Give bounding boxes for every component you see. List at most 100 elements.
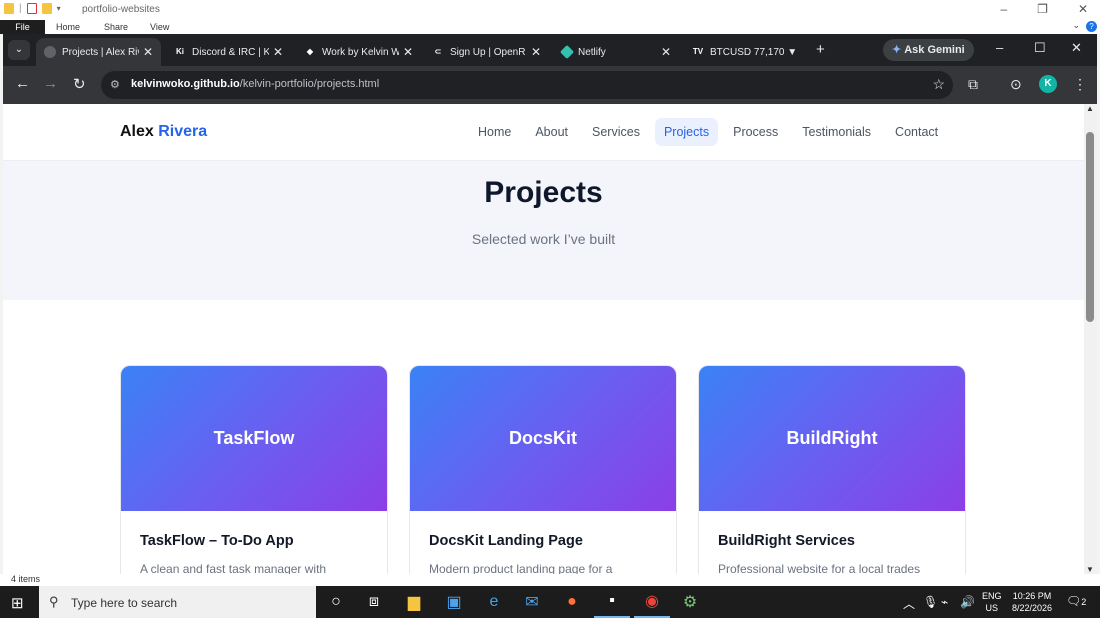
url-text[interactable]: kelvinwoko.github.io/kelvin-portfolio/pr… [131, 78, 379, 90]
tab-title: Work by Kelvin W [322, 46, 399, 58]
tab-title: Projects | Alex Riv [62, 46, 139, 58]
ask-gemini-button[interactable]: ✦ Ask Gemini [883, 39, 974, 61]
close-icon[interactable]: ✕ [1078, 2, 1088, 16]
ribbon-tab-share[interactable]: Share [104, 22, 128, 32]
project-title[interactable]: BuildRight Services [718, 533, 855, 549]
explorer-title-bar: | ▾ portfolio-websites – ❐ ✕ [0, 0, 1100, 20]
task-view-icon[interactable]: ⧈ [356, 586, 392, 618]
ribbon-tab-home[interactable]: Home [56, 22, 80, 32]
scrollbar-thumb[interactable] [1086, 132, 1094, 322]
project-description: Modern product landing page for a [429, 562, 613, 574]
network-icon[interactable]: ⌁ [941, 595, 948, 609]
tab-search-chevron-icon[interactable]: ⌄ [8, 40, 30, 60]
cortana-circle-icon[interactable]: ○ [318, 586, 354, 618]
volume-icon[interactable]: 🔊 [960, 595, 975, 609]
input-language[interactable]: ENG US [982, 590, 1002, 614]
diamond-icon: ◆ [306, 47, 314, 56]
tab-close-icon[interactable]: ✕ [403, 45, 413, 59]
page-hero: Projects Selected work I’ve built [3, 161, 1084, 300]
terminal-app-icon[interactable]: ▪ [594, 586, 630, 618]
tab-title: Discord & IRC | K [192, 46, 269, 58]
file-explorer-icon[interactable]: ▆ [396, 586, 432, 618]
ask-gemini-label: Ask Gemini [904, 44, 965, 56]
netlify-icon [559, 44, 575, 60]
site-info-tune-icon[interactable]: ⚙ [110, 78, 120, 91]
page-viewport: Alex Rivera Home About Services Projects… [3, 104, 1084, 574]
browser-tab-openrouter[interactable]: ⊂ Sign Up | OpenR ✕ [424, 38, 549, 66]
notification-count: 2 [1081, 597, 1087, 607]
browser-tab-discord[interactable]: Ki Discord & IRC | K ✕ [166, 38, 291, 66]
close-icon[interactable]: ✕ [1071, 40, 1082, 56]
extensions-puzzle-icon[interactable]: ⧉ [968, 76, 978, 93]
project-card-taskflow[interactable]: TaskFlow TaskFlow – To-Do App A clean an… [120, 365, 388, 574]
edge-icon[interactable]: e [476, 586, 512, 618]
profile-avatar[interactable]: K [1039, 75, 1057, 93]
page-scrollbar[interactable]: ▲ ▼ [1084, 104, 1097, 574]
mail-icon[interactable]: ✉ [514, 586, 550, 618]
browser-tab-netlify[interactable]: Netlify ✕ [554, 38, 679, 66]
nav-process[interactable]: Process [724, 118, 787, 146]
page-title: Projects [484, 176, 603, 209]
address-bar[interactable]: ⚙ kelvinwoko.github.io/kelvin-portfolio/… [101, 71, 953, 99]
nav-testimonials[interactable]: Testimonials [793, 118, 880, 146]
nav-about[interactable]: About [526, 118, 577, 146]
site-logo[interactable]: Alex Rivera [120, 123, 207, 141]
nav-services[interactable]: Services [583, 118, 649, 146]
windows-taskbar: ⊞ ⚲ Type here to search ○ ⧈ ▆ ▣ e ✉ ● ▪ … [0, 586, 1100, 618]
tab-title: Netlify [578, 46, 606, 58]
explorer-window-title: portfolio-websites [82, 4, 160, 15]
windows-start-icon[interactable]: ⊞ [11, 594, 24, 612]
tab-close-icon[interactable]: ✕ [661, 45, 671, 59]
chrome-icon[interactable]: ◉ [634, 586, 670, 618]
maximize-icon[interactable]: ☐ [1034, 40, 1046, 56]
project-card-buildright[interactable]: BuildRight BuildRight Services Professio… [698, 365, 966, 574]
nav-home[interactable]: Home [469, 118, 520, 146]
ribbon-expand-chevron-icon[interactable]: ⌄ [1072, 20, 1080, 31]
project-title[interactable]: DocsKit Landing Page [429, 533, 583, 549]
minimize-icon[interactable]: – [996, 40, 1003, 55]
back-arrow-icon[interactable]: ← [15, 75, 30, 92]
microphone-icon[interactable]: 🎙 [923, 595, 938, 609]
restore-icon[interactable]: ❐ [1037, 2, 1048, 16]
reload-icon[interactable]: ↻ [73, 75, 86, 93]
tab-close-icon[interactable]: ✕ [143, 45, 153, 59]
taskbar-search-box[interactable]: ⚲ Type here to search [39, 586, 316, 618]
ribbon-tab-file[interactable]: File [0, 20, 45, 34]
browser-tab-btcusd[interactable]: TV BTCUSD 77,170 ▼ [684, 38, 809, 66]
menu-dots-icon[interactable]: ⋮ [1073, 76, 1087, 93]
download-icon[interactable]: ⊙ [1010, 76, 1022, 93]
explorer-ribbon: File Home Share View ⌄ ? [0, 20, 1100, 34]
new-tab-plus-icon[interactable]: + [816, 41, 825, 58]
scroll-up-icon[interactable]: ▲ [1086, 104, 1094, 113]
folder-icon[interactable] [4, 3, 14, 14]
tray-chevron-icon[interactable]: ︿ [903, 595, 915, 612]
help-icon[interactable]: ? [1086, 21, 1097, 32]
project-title[interactable]: TaskFlow – To-Do App [140, 533, 294, 549]
browser-tab-projects[interactable]: Projects | Alex Riv ✕ [36, 38, 161, 66]
tab-title: Sign Up | OpenR [450, 46, 526, 58]
browser-window: ⌄ Projects | Alex Riv ✕ Ki Discord & IRC… [3, 34, 1097, 104]
microsoft-store-icon[interactable]: ▣ [436, 586, 472, 618]
nav-contact[interactable]: Contact [886, 118, 947, 146]
firefox-icon[interactable]: ● [554, 586, 590, 618]
customize-chevron-icon[interactable]: ▾ [57, 4, 61, 13]
site-header: Alex Rivera Home About Services Projects… [3, 104, 1084, 161]
item-count: 4 items [11, 574, 41, 584]
notification-center-icon[interactable]: 🗨2 [1066, 594, 1086, 608]
tab-close-icon[interactable]: ✕ [531, 45, 541, 59]
forward-arrow-icon[interactable]: → [43, 75, 58, 92]
system-clock[interactable]: 10:26 PM 8/22/2026 [1008, 590, 1056, 614]
project-cover: BuildRight [699, 366, 965, 511]
tab-close-icon[interactable]: ✕ [273, 45, 283, 59]
new-folder-icon[interactable] [41, 3, 52, 14]
browser-tab-work[interactable]: ◆ Work by Kelvin W ✕ [296, 38, 421, 66]
project-card-docskit[interactable]: DocsKit DocsKit Landing Page Modern prod… [409, 365, 677, 574]
app-icon[interactable]: ⚙ [672, 586, 708, 618]
properties-icon[interactable] [26, 3, 37, 14]
minimize-icon[interactable]: – [1000, 2, 1007, 16]
ribbon-tab-view[interactable]: View [150, 22, 169, 32]
bookmark-star-icon[interactable]: ☆ [932, 76, 945, 93]
tradingview-icon: TV [692, 47, 704, 56]
nav-projects[interactable]: Projects [654, 118, 719, 146]
scroll-down-icon[interactable]: ▼ [1086, 565, 1094, 574]
